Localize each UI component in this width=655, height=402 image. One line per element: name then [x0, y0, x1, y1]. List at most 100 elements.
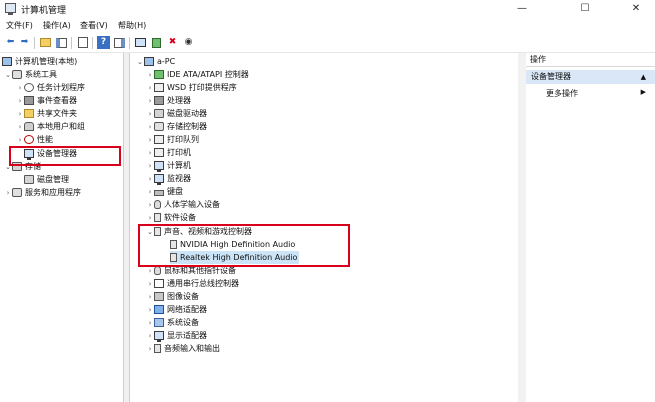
- audio-device[interactable]: NVIDIA High Definition Audio: [170, 238, 295, 251]
- tree-item-shared-folders[interactable]: › 共享文件夹: [16, 107, 77, 120]
- menu-action[interactable]: 操作(A): [43, 20, 71, 31]
- tree-item-disk-management[interactable]: 磁盘管理: [24, 173, 69, 186]
- device-category[interactable]: › 打印机: [146, 146, 191, 159]
- more-actions-link[interactable]: 更多操作: [546, 88, 578, 99]
- update-driver-icon[interactable]: ◉: [182, 36, 195, 49]
- device-category[interactable]: › 图像设备: [146, 290, 199, 303]
- users-icon: [24, 122, 34, 131]
- collapse-arrow-icon[interactable]: ›: [146, 214, 154, 222]
- tree-item-root[interactable]: 计算机管理(本地): [2, 55, 77, 68]
- collapse-arrow-icon[interactable]: ›: [146, 97, 154, 105]
- expand-arrow-icon[interactable]: ⌄: [136, 58, 144, 66]
- monitor-icon: [154, 174, 164, 185]
- back-icon[interactable]: ⬅: [4, 36, 17, 49]
- computer-icon: [154, 161, 164, 172]
- device-category[interactable]: › 人体学输入设备: [146, 198, 220, 211]
- device-category[interactable]: › 软件设备: [146, 211, 196, 224]
- uninstall-device-icon[interactable]: ✖: [166, 36, 179, 49]
- menu-view[interactable]: 查看(V): [80, 20, 108, 31]
- show-hide-tree-icon[interactable]: [55, 36, 68, 49]
- toolbar-separator: [71, 37, 72, 49]
- menu-file[interactable]: 文件(F): [6, 20, 33, 31]
- collapse-arrow-icon[interactable]: ›: [16, 84, 24, 92]
- show-action-pane-icon[interactable]: [113, 36, 126, 49]
- device-category[interactable]: › IDE ATA/ATAPI 控制器: [146, 68, 249, 81]
- collapse-arrow-icon[interactable]: ›: [16, 110, 24, 118]
- properties-icon[interactable]: [76, 36, 89, 49]
- collapse-arrow-icon[interactable]: ›: [146, 293, 154, 301]
- collapse-arrow-icon[interactable]: ›: [146, 319, 154, 327]
- tree-item-storage[interactable]: ⌄ 存储: [4, 160, 41, 173]
- close-button[interactable]: ✕: [617, 0, 655, 18]
- tree-label: 任务计划程序: [37, 83, 85, 92]
- computer-icon: [144, 57, 154, 66]
- collapse-arrow-icon[interactable]: ›: [146, 267, 154, 275]
- tree-label: 本地用户和组: [37, 122, 85, 131]
- device-category[interactable]: › 通用串行总线控制器: [146, 277, 239, 290]
- collapse-arrow-icon[interactable]: ›: [146, 306, 154, 314]
- tree-label: 系统工具: [25, 70, 57, 79]
- device-category[interactable]: › 存储控制器: [146, 120, 207, 133]
- collapse-arrow-icon[interactable]: ›: [146, 84, 154, 92]
- maximize-button[interactable]: ☐: [566, 0, 604, 18]
- tree-item-device-manager[interactable]: 设备管理器: [24, 147, 77, 160]
- collapse-arrow-icon[interactable]: ›: [16, 97, 24, 105]
- device-category-sound[interactable]: ⌄ 声音、视频和游戏控制器: [146, 225, 252, 238]
- actions-section-device-manager[interactable]: 设备管理器 ▲: [526, 70, 655, 84]
- collapse-arrow-icon[interactable]: ›: [146, 110, 154, 118]
- device-category[interactable]: › 网络适配器: [146, 303, 207, 316]
- minimize-button[interactable]: —: [503, 0, 541, 18]
- device-category-label: 磁盘驱动器: [167, 109, 207, 118]
- tree-item-event-viewer[interactable]: › 事件查看器: [16, 94, 77, 107]
- forward-icon[interactable]: ➡: [18, 36, 31, 49]
- collapse-arrow-icon[interactable]: ›: [146, 175, 154, 183]
- tree-label: 磁盘管理: [37, 175, 69, 184]
- collapse-arrow-icon[interactable]: ›: [16, 136, 24, 144]
- tree-item-local-users[interactable]: › 本地用户和组: [16, 120, 85, 133]
- tree-item-task-scheduler[interactable]: › 任务计划程序: [16, 81, 85, 94]
- device-category[interactable]: › 磁盘驱动器: [146, 107, 207, 120]
- expand-arrow-icon[interactable]: ⌄: [146, 228, 154, 236]
- device-tree-root[interactable]: ⌄ a-PC: [136, 55, 175, 68]
- collapse-arrow-icon[interactable]: ›: [146, 136, 154, 144]
- collapse-arrow-icon[interactable]: ›: [4, 189, 12, 197]
- device-category[interactable]: › 音频输入和输出: [146, 342, 220, 355]
- device-category[interactable]: › 打印队列: [146, 133, 199, 146]
- collapse-arrow-icon[interactable]: ›: [146, 345, 154, 353]
- up-folder-icon[interactable]: [39, 36, 52, 49]
- collapse-arrow-icon[interactable]: ›: [146, 201, 154, 209]
- device-category[interactable]: › 显示适配器: [146, 329, 207, 342]
- collapse-arrow-icon[interactable]: ›: [146, 332, 154, 340]
- scan-hardware-icon[interactable]: [134, 36, 147, 49]
- tree-item-services-apps[interactable]: › 服务和应用程序: [4, 186, 81, 199]
- device-category[interactable]: › 监视器: [146, 172, 191, 185]
- collapse-arrow-icon[interactable]: ›: [146, 280, 154, 288]
- enable-device-icon[interactable]: [150, 36, 163, 49]
- collapse-arrow-icon[interactable]: ›: [146, 188, 154, 196]
- expand-arrow-icon[interactable]: ⌄: [4, 71, 12, 79]
- tree-item-system-tools[interactable]: ⌄ 系统工具: [4, 68, 57, 81]
- audio-device-selected[interactable]: Realtek High Definition Audio: [170, 251, 300, 264]
- device-category[interactable]: › 处理器: [146, 94, 191, 107]
- menu-help[interactable]: 帮助(H): [118, 20, 146, 31]
- speaker-icon: [170, 253, 177, 262]
- tree-item-performance[interactable]: › 性能: [16, 133, 53, 146]
- expand-arrow-icon[interactable]: ⌄: [4, 163, 12, 171]
- device-category[interactable]: › WSD 打印提供程序: [146, 81, 237, 94]
- collapse-arrow-icon[interactable]: ›: [146, 123, 154, 131]
- help-icon[interactable]: ?: [97, 36, 110, 49]
- collapse-arrow-icon[interactable]: ›: [16, 123, 24, 131]
- submenu-arrow-icon[interactable]: ▶: [641, 88, 646, 96]
- collapse-arrow-icon[interactable]: ›: [146, 162, 154, 170]
- device-category[interactable]: › 计算机: [146, 159, 191, 172]
- toolbar: ⬅ ➡ ? ✖ ◉: [0, 33, 655, 53]
- collapse-arrow-icon[interactable]: ›: [146, 71, 154, 79]
- computer-icon: [2, 57, 12, 66]
- device-category[interactable]: › 鼠标和其他指针设备: [146, 264, 236, 277]
- device-category[interactable]: › 系统设备: [146, 316, 199, 329]
- device-category[interactable]: › 键盘: [146, 185, 183, 198]
- collapse-triangle-icon[interactable]: ▲: [641, 70, 646, 84]
- vertical-scrollbar[interactable]: [518, 53, 526, 402]
- tree-label: 共享文件夹: [37, 109, 77, 118]
- collapse-arrow-icon[interactable]: ›: [146, 149, 154, 157]
